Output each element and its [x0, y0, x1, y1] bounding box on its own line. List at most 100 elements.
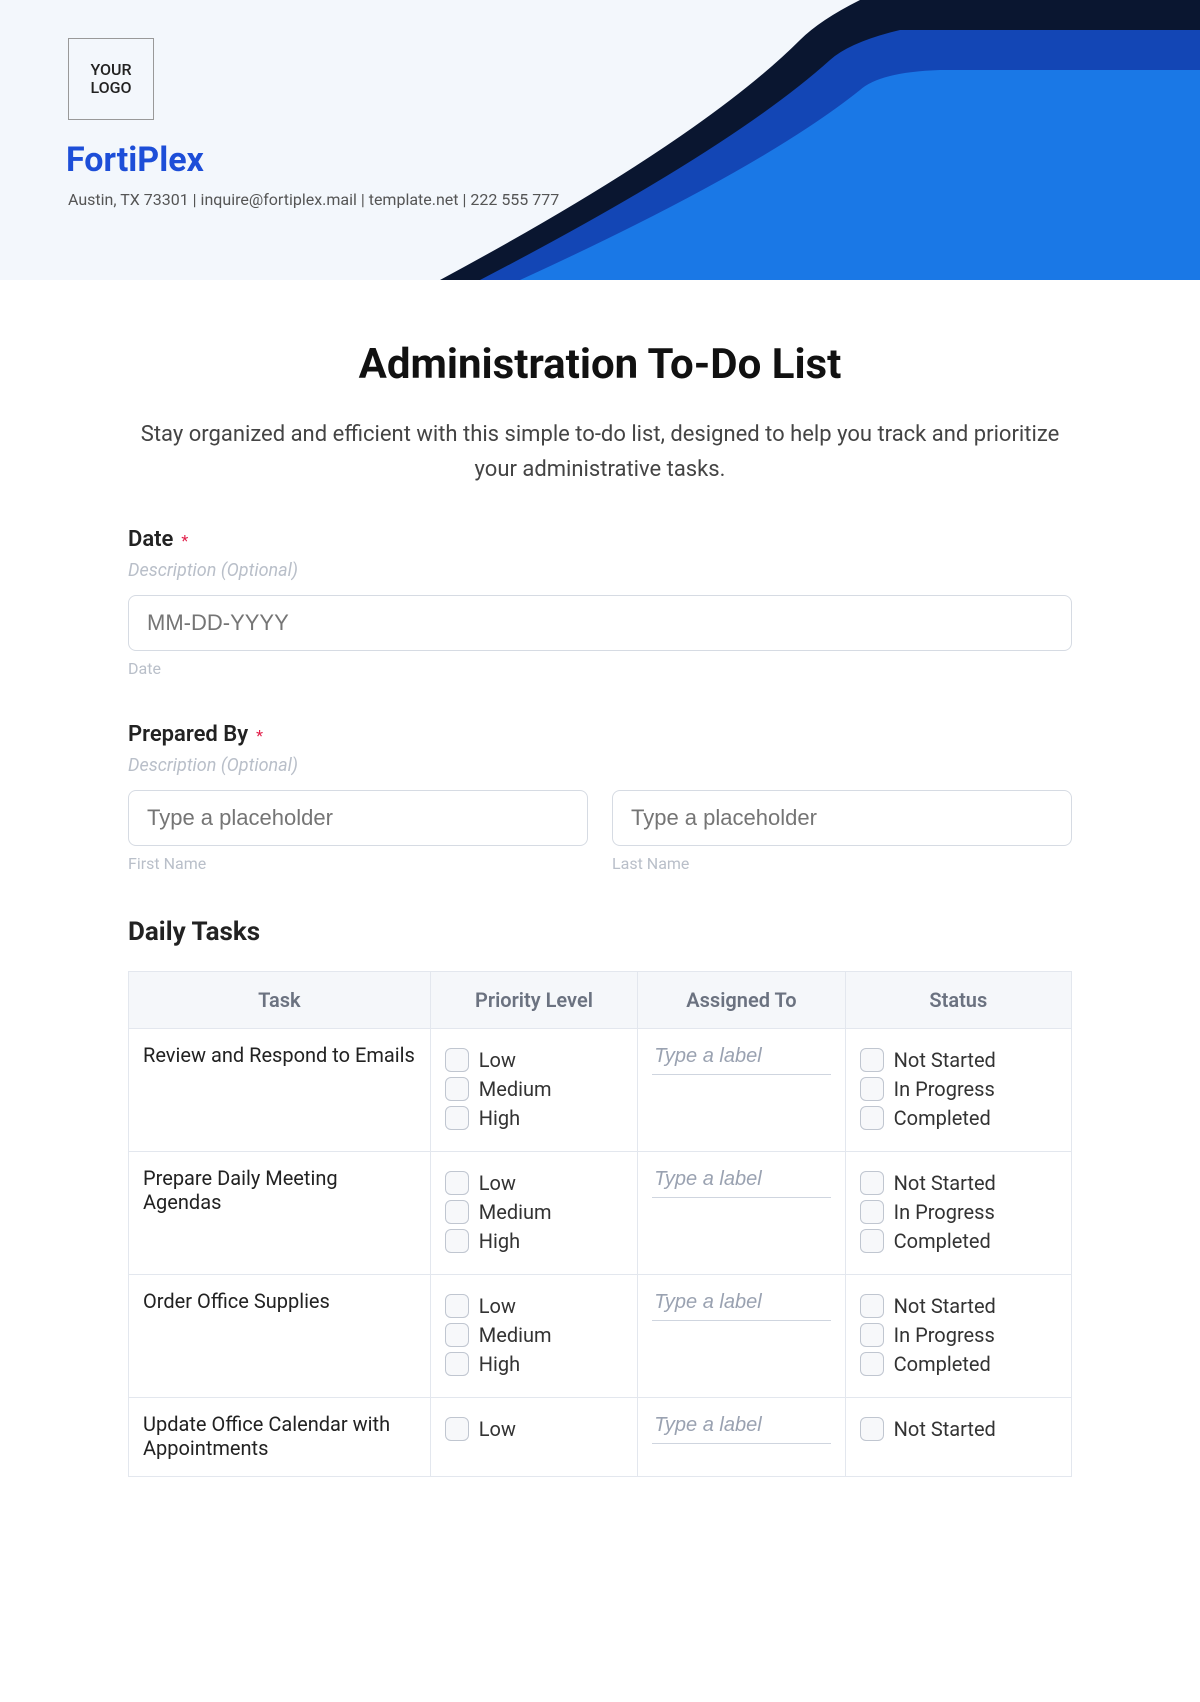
checkbox-icon[interactable] — [445, 1048, 469, 1072]
status-option-label: In Progress — [894, 1077, 995, 1101]
last-name-sub: Last Name — [612, 854, 1072, 873]
date-sublabel: Date — [128, 659, 1072, 678]
priority-cell: Low Medium High — [430, 1152, 637, 1275]
th-status: Status — [845, 972, 1071, 1029]
priority-option[interactable]: Medium — [445, 1323, 623, 1347]
status-option[interactable]: Not Started — [860, 1171, 1057, 1195]
priority-option-label: Medium — [479, 1077, 552, 1101]
priority-option-label: Low — [479, 1171, 516, 1195]
priority-option[interactable]: Low — [445, 1171, 623, 1195]
priority-cell: Low Medium High — [430, 1029, 637, 1152]
priority-option-label: High — [479, 1229, 520, 1253]
th-task: Task — [129, 972, 431, 1029]
checkbox-icon[interactable] — [860, 1352, 884, 1376]
priority-cell: Low Medium High — [430, 1275, 637, 1398]
priority-option[interactable]: Low — [445, 1294, 623, 1318]
status-option-label: Not Started — [894, 1417, 996, 1441]
priority-option[interactable]: High — [445, 1229, 623, 1253]
checkbox-icon[interactable] — [445, 1077, 469, 1101]
date-input[interactable] — [128, 595, 1072, 651]
date-label: Date — [128, 527, 173, 552]
checkbox-icon[interactable] — [445, 1294, 469, 1318]
assigned-to-cell — [638, 1398, 845, 1477]
first-name-sub: First Name — [128, 854, 588, 873]
table-row: Order Office Supplies Low Medium High Not St… — [129, 1275, 1072, 1398]
priority-option[interactable]: Low — [445, 1417, 623, 1441]
status-option-label: Not Started — [894, 1048, 996, 1072]
checkbox-icon[interactable] — [445, 1417, 469, 1441]
logo-text: YOUR LOGO — [69, 61, 153, 98]
assigned-to-input[interactable] — [652, 1168, 830, 1198]
status-option-label: Completed — [894, 1352, 991, 1376]
priority-option-label: Low — [479, 1048, 516, 1072]
priority-option-label: Medium — [479, 1200, 552, 1224]
priority-option-label: Low — [479, 1294, 516, 1318]
priority-cell: Low — [430, 1398, 637, 1477]
checkbox-icon[interactable] — [445, 1200, 469, 1224]
status-option[interactable]: Not Started — [860, 1048, 1057, 1072]
contact-line: Austin, TX 73301 | inquire@fortiplex.mai… — [68, 190, 559, 209]
checkbox-icon[interactable] — [860, 1200, 884, 1224]
priority-option-label: Medium — [479, 1323, 552, 1347]
status-option[interactable]: Completed — [860, 1229, 1057, 1253]
table-row: Prepare Daily Meeting Agendas Low Medium Hi… — [129, 1152, 1072, 1275]
prepared-by-label: Prepared By — [128, 722, 248, 747]
checkbox-icon[interactable] — [445, 1323, 469, 1347]
priority-option[interactable]: Medium — [445, 1200, 623, 1224]
date-field-block: Date * Description (Optional) Date — [128, 527, 1072, 678]
status-option[interactable]: Not Started — [860, 1294, 1057, 1318]
brand-name: FortiPlex — [66, 140, 204, 180]
priority-option[interactable]: High — [445, 1106, 623, 1130]
checkbox-icon[interactable] — [860, 1323, 884, 1347]
prepared-by-desc: Description (Optional) — [128, 755, 1072, 776]
first-name-input[interactable] — [128, 790, 588, 846]
checkbox-icon[interactable] — [860, 1294, 884, 1318]
priority-option-label: Low — [479, 1417, 516, 1441]
last-name-input[interactable] — [612, 790, 1072, 846]
checkbox-icon[interactable] — [445, 1229, 469, 1253]
status-option-label: Not Started — [894, 1294, 996, 1318]
status-option[interactable]: Not Started — [860, 1417, 1057, 1441]
status-option-label: Not Started — [894, 1171, 996, 1195]
tasks-table: Task Priority Level Assigned To Status R… — [128, 971, 1072, 1477]
checkbox-icon[interactable] — [445, 1106, 469, 1130]
task-cell: Order Office Supplies — [129, 1275, 431, 1398]
required-star: * — [181, 531, 188, 550]
status-option[interactable]: Completed — [860, 1352, 1057, 1376]
checkbox-icon[interactable] — [860, 1077, 884, 1101]
checkbox-icon[interactable] — [860, 1229, 884, 1253]
priority-option[interactable]: High — [445, 1352, 623, 1376]
status-option-label: In Progress — [894, 1200, 995, 1224]
section-title-daily-tasks: Daily Tasks — [128, 917, 1072, 947]
assigned-to-input[interactable] — [652, 1414, 830, 1444]
priority-option-label: High — [479, 1106, 520, 1130]
status-option-label: Completed — [894, 1229, 991, 1253]
priority-option[interactable]: Medium — [445, 1077, 623, 1101]
priority-option[interactable]: Low — [445, 1048, 623, 1072]
task-cell: Prepare Daily Meeting Agendas — [129, 1152, 431, 1275]
th-assigned: Assigned To — [638, 972, 845, 1029]
header: YOUR LOGO FortiPlex Austin, TX 73301 | i… — [0, 0, 1200, 280]
table-row: Update Office Calendar with Appointments… — [129, 1398, 1072, 1477]
status-option[interactable]: Completed — [860, 1106, 1057, 1130]
status-option[interactable]: In Progress — [860, 1077, 1057, 1101]
table-row: Review and Respond to EmailsLowMediumHig… — [129, 1029, 1072, 1152]
th-priority: Priority Level — [430, 972, 637, 1029]
status-option[interactable]: In Progress — [860, 1200, 1057, 1224]
main-content: Administration To-Do List Stay organized… — [0, 280, 1200, 1477]
page-subhead: Stay organized and efficient with this s… — [128, 417, 1072, 487]
assigned-to-input[interactable] — [652, 1291, 830, 1321]
checkbox-icon[interactable] — [445, 1352, 469, 1376]
page-title: Administration To-Do List — [128, 340, 1072, 389]
checkbox-icon[interactable] — [860, 1048, 884, 1072]
checkbox-icon[interactable] — [860, 1106, 884, 1130]
checkbox-icon[interactable] — [860, 1171, 884, 1195]
checkbox-icon[interactable] — [860, 1417, 884, 1441]
assigned-to-cell — [638, 1152, 845, 1275]
status-cell: Not Started In Progress Completed — [845, 1029, 1071, 1152]
status-cell: Not Started In Progress Completed — [845, 1275, 1071, 1398]
status-option[interactable]: In Progress — [860, 1323, 1057, 1347]
prepared-by-block: Prepared By * Description (Optional) Fir… — [128, 722, 1072, 873]
assigned-to-input[interactable] — [652, 1045, 830, 1075]
checkbox-icon[interactable] — [445, 1171, 469, 1195]
